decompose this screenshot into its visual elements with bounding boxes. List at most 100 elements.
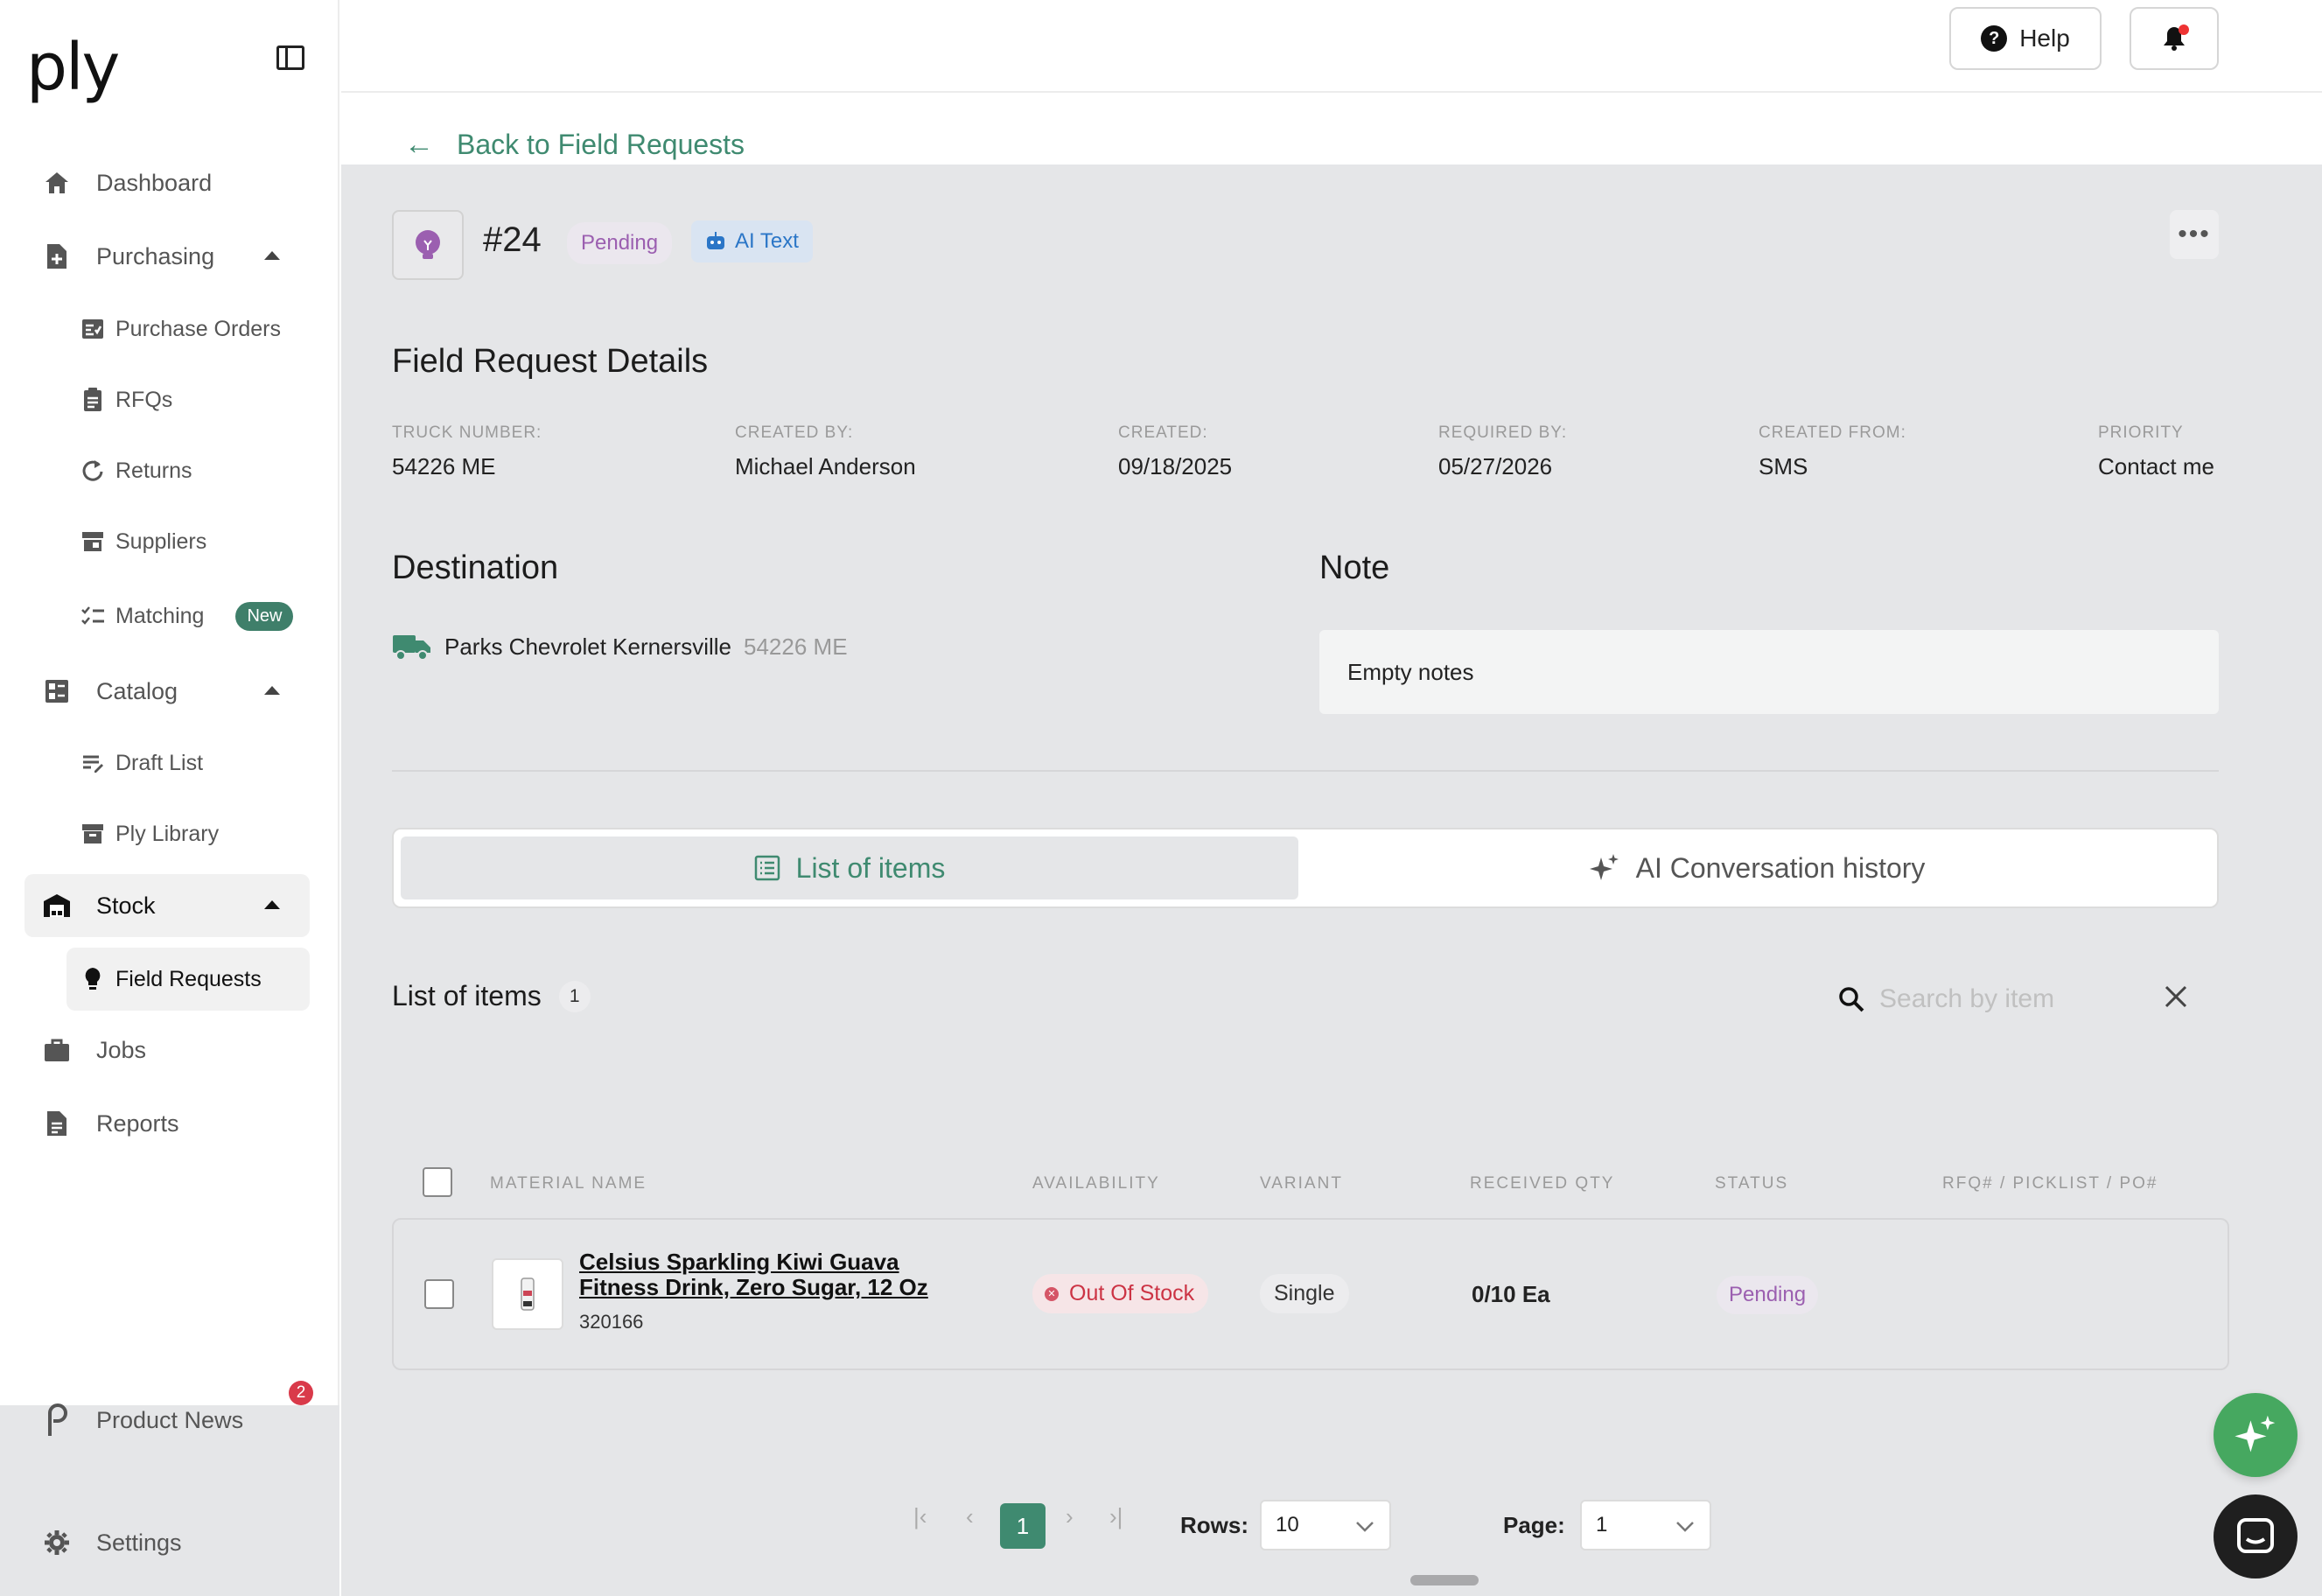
ply-logo[interactable]: ply (26, 30, 120, 105)
destination-row: Parks Chevrolet Kernersville 54226 ME (392, 632, 848, 662)
rows-value: 10 (1276, 1513, 1299, 1536)
header-material-name: MATERIAL NAME (490, 1174, 647, 1193)
details-title: Field Request Details (392, 343, 709, 380)
help-button[interactable]: ? Help (1949, 7, 2102, 70)
list-icon (754, 855, 780, 881)
notification-dot (2179, 24, 2189, 35)
caret-up-icon (264, 900, 280, 909)
ply-p-icon (42, 1404, 72, 1436)
sidebar-item-rfqs[interactable]: RFQs (66, 368, 310, 431)
last-page-button[interactable]: ›| (1109, 1503, 1123, 1530)
sidebar-item-label: Returns (115, 458, 192, 483)
sidebar-item-purchase-orders[interactable]: Purchase Orders (66, 298, 310, 360)
sidebar-item-dashboard[interactable]: Dashboard (24, 151, 310, 214)
request-status-badge: Pending (567, 222, 673, 264)
note-box: Empty notes (1319, 630, 2219, 714)
gear-icon (42, 1528, 72, 1558)
sidebar-item-label: Field Requests (115, 966, 262, 991)
chat-support-button[interactable] (2214, 1494, 2298, 1578)
clipboard-icon (80, 388, 105, 412)
availability-badge: ✕ Out Of Stock (1032, 1274, 1209, 1313)
chat-icon (2237, 1518, 2274, 1553)
row-checkbox[interactable] (424, 1279, 454, 1309)
ai-assistant-button[interactable] (2214, 1393, 2298, 1477)
can-image-icon (521, 1278, 535, 1311)
sidebar-item-label: Ply Library (115, 821, 220, 846)
arrow-left-icon: ← (404, 128, 434, 161)
sidebar-item-label: Reports (96, 1110, 179, 1137)
sidebar-item-label: Purchasing (96, 242, 215, 270)
priority-label: PRIORITY (2098, 424, 2184, 442)
destination-code: 54226 ME (744, 633, 848, 660)
sidebar-item-catalog[interactable]: Catalog (24, 660, 310, 723)
sparkles-icon (2235, 1415, 2276, 1452)
sidebar-item-field-requests[interactable]: Field Requests (66, 948, 310, 1011)
sidebar-item-label: Stock (96, 892, 156, 919)
list-title-label: List of items (392, 980, 542, 1012)
sidebar-item-label: Jobs (96, 1036, 147, 1063)
robot-icon (707, 232, 724, 249)
sidebar-item-label: Dashboard (96, 169, 213, 196)
product-thumbnail (492, 1258, 563, 1330)
request-type-icon (392, 210, 464, 280)
sidebar-item-draft-list[interactable]: Draft List (66, 732, 310, 794)
sidebar-item-label: Product News (96, 1406, 244, 1433)
close-icon[interactable] (2163, 984, 2189, 1010)
sidebar-item-suppliers[interactable]: Suppliers (66, 510, 310, 573)
next-page-button[interactable]: › (1066, 1503, 1074, 1530)
destination-name: Parks Chevrolet Kernersville (444, 633, 732, 660)
sidebar-toggle-icon[interactable] (276, 46, 304, 70)
home-icon (42, 168, 72, 198)
sidebar-item-label: Catalog (96, 677, 178, 704)
more-dots-icon: ••• (2178, 220, 2211, 248)
header-reference: RFQ# / PICKLIST / PO# (1942, 1174, 2158, 1193)
sidebar-item-ply-library[interactable]: Ply Library (66, 802, 310, 865)
note-title: Note (1319, 550, 1390, 586)
availability-label: Out Of Stock (1069, 1281, 1195, 1306)
notifications-button[interactable] (2130, 7, 2219, 70)
sidebar-item-returns[interactable]: Returns (66, 439, 310, 502)
tab-list-of-items[interactable]: List of items (401, 836, 1298, 900)
chevron-down-icon (1676, 1522, 1694, 1532)
search-input[interactable]: Search by item (1818, 966, 2219, 1032)
sidebar-item-label: Settings (96, 1529, 182, 1556)
sidebar-item-purchasing[interactable]: Purchasing (24, 225, 310, 288)
purchase-doc-icon (42, 242, 72, 271)
first-page-button[interactable]: |‹ (913, 1503, 927, 1530)
chevron-down-icon (1356, 1522, 1374, 1532)
truck-number-value: 54226 ME (392, 453, 496, 480)
refresh-icon (80, 458, 105, 483)
sidebar-item-matching[interactable]: Matching New (66, 584, 310, 648)
sidebar-item-jobs[interactable]: Jobs (24, 1018, 310, 1082)
new-badge: New (235, 601, 294, 631)
sidebar-item-stock[interactable]: Stock (24, 874, 310, 937)
rows-per-page-select[interactable]: 10 (1260, 1500, 1391, 1550)
ai-text-label: AI Text (735, 229, 799, 253)
x-circle-icon: ✕ (1045, 1286, 1059, 1301)
catalog-icon (42, 676, 72, 706)
product-name-link[interactable]: Celsius Sparkling Kiwi Guava Fitness Dri… (579, 1250, 982, 1300)
page-select[interactable]: 1 (1580, 1500, 1711, 1550)
page-value: 1 (1596, 1513, 1608, 1536)
sidebar: ply Dashboard Purchasing Purchase Orders… (0, 0, 339, 1596)
sidebar-item-product-news[interactable]: Product News (24, 1389, 310, 1452)
scroll-handle[interactable] (1410, 1575, 1479, 1586)
sidebar-item-settings[interactable]: Settings (24, 1511, 310, 1574)
header-availability: AVAILABILITY (1032, 1174, 1160, 1193)
store-icon (80, 529, 105, 554)
back-to-field-requests-link[interactable]: ← Back to Field Requests (404, 128, 745, 162)
truck-icon (393, 635, 430, 661)
prev-page-button[interactable]: ‹ (966, 1503, 974, 1530)
tab-label: List of items (795, 851, 946, 884)
current-page-button[interactable]: 1 (1000, 1503, 1046, 1549)
item-count-badge: 1 (558, 980, 591, 1012)
sidebar-item-reports[interactable]: Reports (24, 1092, 310, 1155)
tab-ai-conversation-history[interactable]: AI Conversation history (1304, 836, 2210, 900)
select-all-checkbox[interactable] (423, 1167, 452, 1197)
divider (392, 770, 2219, 772)
sidebar-item-label: Suppliers (115, 528, 207, 554)
page-label: Page: (1503, 1512, 1565, 1538)
lightbulb-icon (80, 967, 105, 991)
order-list-icon (80, 317, 105, 341)
more-options-button[interactable]: ••• (2170, 210, 2219, 259)
